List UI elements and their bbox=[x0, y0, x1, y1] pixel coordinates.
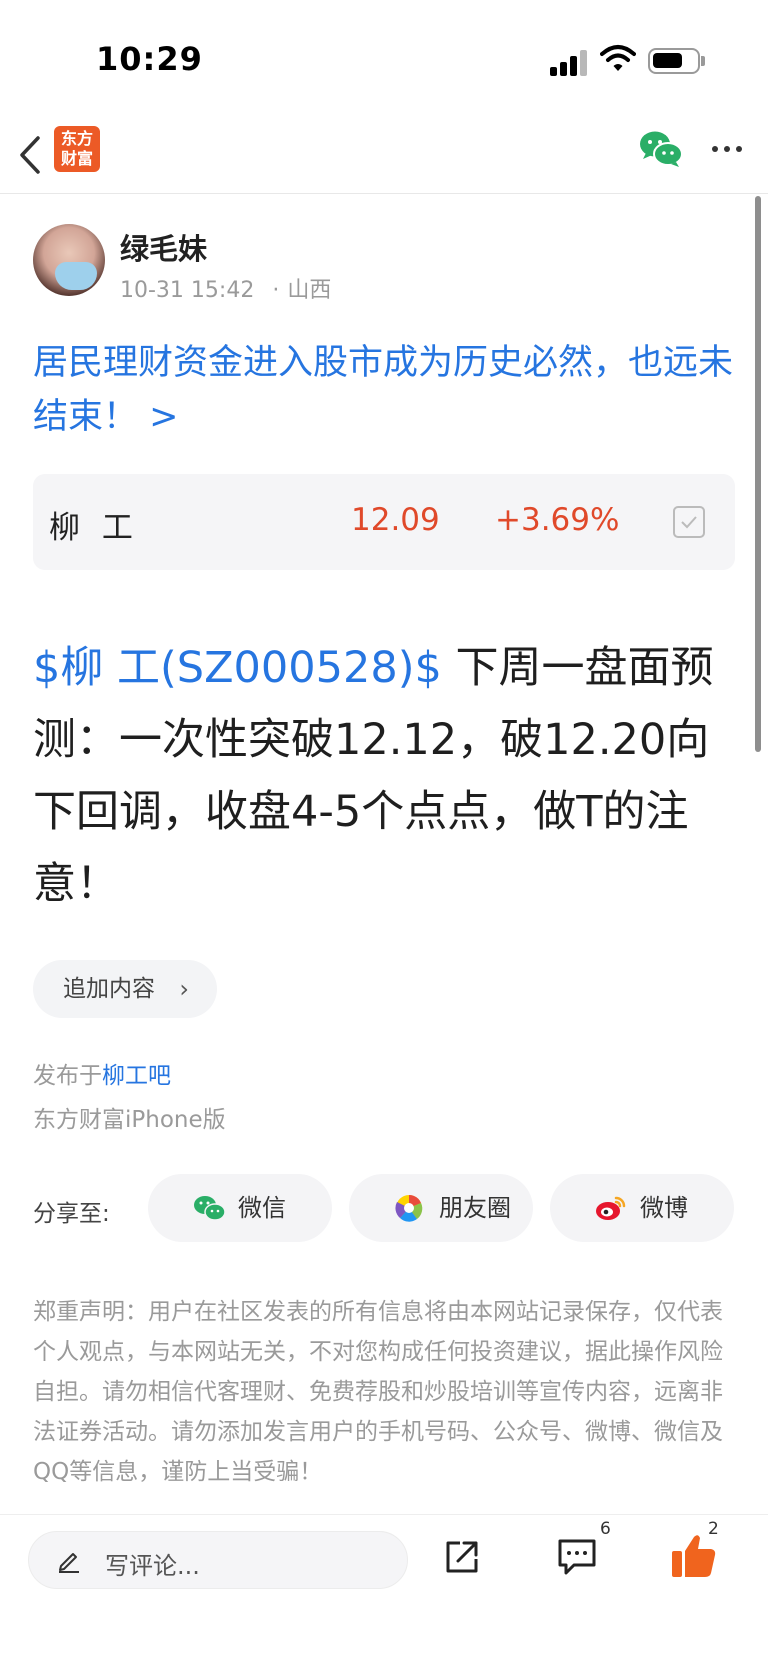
forum-link[interactable]: 柳工吧 bbox=[102, 1063, 171, 1089]
post-meta: 10-31 15:42 · 山西 bbox=[120, 278, 332, 303]
share-weibo-button[interactable]: 微博 bbox=[550, 1174, 734, 1242]
chevron-right-icon: › bbox=[179, 975, 189, 1003]
battery-icon bbox=[648, 48, 700, 74]
post-location: 山西 bbox=[287, 278, 332, 303]
like-count-badge: 2 bbox=[708, 1519, 719, 1539]
wechat-icon bbox=[194, 1196, 226, 1221]
stock-change: +3.69% bbox=[495, 502, 620, 538]
post-title[interactable]: 居民理财资金进入股市成为历史必然，也远未结束！ > bbox=[33, 336, 739, 444]
stock-tag-link[interactable]: $柳 工(SZ000528)$ bbox=[33, 643, 442, 693]
comment-count-badge: 6 bbox=[600, 1519, 611, 1539]
signal-icon bbox=[550, 48, 590, 76]
published-in: 发布于柳工吧 bbox=[33, 1063, 171, 1089]
share-icon[interactable] bbox=[442, 1537, 482, 1577]
append-content-button[interactable]: 追加内容 › bbox=[33, 960, 217, 1018]
avatar[interactable] bbox=[33, 224, 105, 296]
post-body: $柳 工(SZ000528)$ 下周一盘面预测：一次性突破12.12，破12.2… bbox=[33, 632, 739, 920]
post-datetime: 10-31 15:42 bbox=[120, 278, 255, 303]
wifi-icon bbox=[600, 45, 636, 71]
stock-price: 12.09 bbox=[351, 502, 440, 538]
stock-card[interactable]: 柳 工 12.09 +3.69% bbox=[33, 474, 735, 570]
share-moments-button[interactable]: 朋友圈 bbox=[349, 1174, 533, 1242]
stock-name: 柳 工 bbox=[49, 510, 139, 546]
nav-bar: 东方 财富 bbox=[0, 120, 768, 194]
share-label: 分享至: bbox=[33, 1201, 110, 1227]
disclaimer: 郑重声明：用户在社区发表的所有信息将由本网站记录保存，仅代表个人观点，与本网站无… bbox=[33, 1299, 723, 1485]
share-wechat-button[interactable]: 微信 bbox=[148, 1174, 332, 1242]
client-source: 东方财富iPhone版 bbox=[33, 1107, 226, 1133]
weibo-icon bbox=[596, 1196, 626, 1220]
bottom-bar: 写评论... 6 2 bbox=[0, 1514, 768, 1604]
app-logo: 东方 财富 bbox=[54, 126, 100, 172]
comment-input[interactable]: 写评论... bbox=[28, 1531, 408, 1589]
back-icon[interactable] bbox=[14, 130, 54, 180]
moments-icon bbox=[395, 1195, 423, 1222]
status-time: 10:29 bbox=[96, 40, 203, 78]
author-name[interactable]: 绿毛妹 bbox=[120, 226, 207, 268]
status-bar: 10:29 bbox=[0, 0, 768, 120]
comment-icon[interactable] bbox=[556, 1537, 598, 1577]
scroll-indicator bbox=[755, 196, 761, 752]
wechat-share-icon[interactable] bbox=[638, 128, 684, 172]
pencil-icon bbox=[59, 1553, 79, 1573]
more-icon[interactable] bbox=[712, 138, 744, 158]
add-watchlist-checkbox[interactable] bbox=[673, 506, 705, 538]
comment-placeholder: 写评论... bbox=[105, 1552, 200, 1580]
